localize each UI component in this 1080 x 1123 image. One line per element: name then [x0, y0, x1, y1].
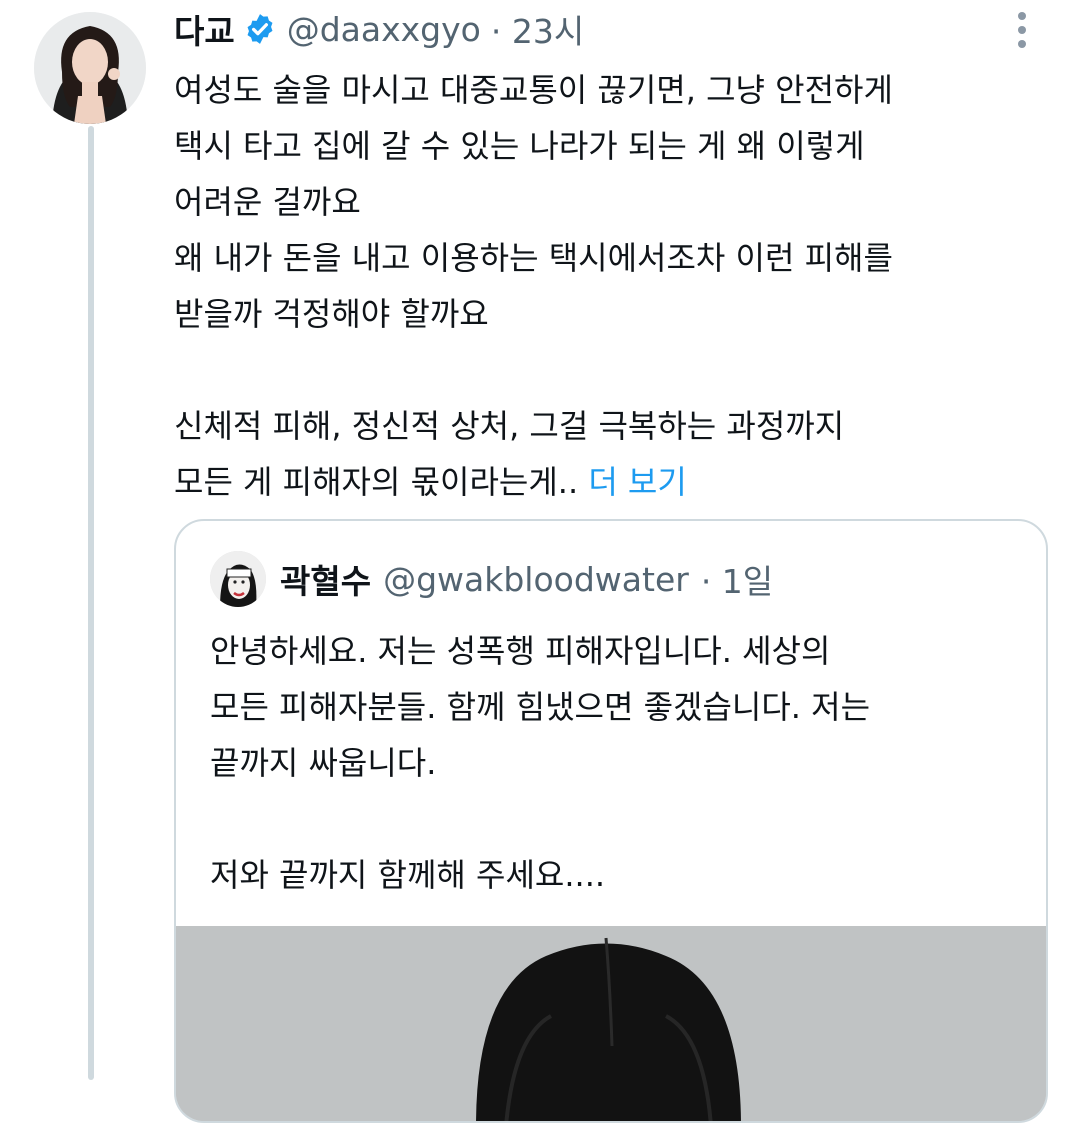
quoted-tweet-body: 안녕하세요. 저는 성폭행 피해자입니다. 세상의 모든 피해자분들. 함께 힘…: [210, 623, 1030, 903]
quoted-author-name[interactable]: 곽혈수: [280, 555, 371, 603]
quoted-text-line: 안녕하세요. 저는 성폭행 피해자입니다. 세상의: [210, 632, 831, 670]
quoted-post-time[interactable]: · 1일: [701, 555, 773, 603]
tweet-text-line: 모든 게 피해자의 몫이라는게..: [174, 463, 579, 501]
more-options-icon[interactable]: [1015, 12, 1029, 48]
thread-connector-line: [88, 126, 94, 1080]
quoted-author-handle[interactable]: @gwakbloodwater: [383, 560, 689, 599]
quoted-photo: [176, 926, 1046, 1121]
quoted-text-line: 모든 피해자분들. 함께 힘냈으면 좋겠습니다. 저는: [210, 688, 871, 726]
tweet-text-line: 택시 타고 집에 갈 수 있는 나라가 되는 게 왜 이렇게: [174, 127, 865, 165]
quoted-author-avatar[interactable]: [210, 551, 266, 607]
post-time[interactable]: · 23시: [491, 5, 584, 53]
tweet-body: 여성도 술을 마시고 대중교통이 끊기면, 그냥 안전하게 택시 타고 집에 갈…: [174, 62, 1054, 510]
verified-badge-icon: [247, 14, 273, 44]
tweet-text-line-last: 모든 게 피해자의 몫이라는게.. 더 보기: [174, 454, 1054, 510]
author-name[interactable]: 다교: [174, 5, 235, 53]
quoted-avatar-image: [210, 551, 266, 607]
author-handle[interactable]: @daaxxgyo: [287, 10, 481, 49]
quoted-text-line: 끝까지 싸웁니다.: [210, 744, 437, 782]
quoted-tweet-image[interactable]: [176, 926, 1046, 1121]
tweet-text-line: 신체적 피해, 정신적 상처, 그걸 극복하는 과정까지: [174, 407, 845, 445]
tweet-text-line: 여성도 술을 마시고 대중교통이 끊기면, 그냥 안전하게: [174, 71, 893, 109]
tweet-text-line: 왜 내가 돈을 내고 이용하는 택시에서조차 이런 피해를: [174, 239, 893, 277]
quoted-text-line: 저와 끝까지 함께해 주세요....: [210, 856, 606, 894]
author-avatar[interactable]: [34, 12, 146, 124]
show-more-link[interactable]: 더 보기: [588, 463, 687, 501]
tweet-header: 다교 @daaxxgyo · 23시: [174, 4, 584, 54]
tweet-text-line: 받을까 걱정해야 할까요: [174, 295, 489, 333]
quoted-tweet-header: 곽혈수 @gwakbloodwater · 1일: [210, 551, 773, 607]
tweet-text-line: 어려운 걸까요: [174, 183, 361, 221]
quoted-tweet-card[interactable]: 곽혈수 @gwakbloodwater · 1일 안녕하세요. 저는 성폭행 피…: [174, 519, 1048, 1123]
author-avatar-image: [34, 12, 146, 124]
